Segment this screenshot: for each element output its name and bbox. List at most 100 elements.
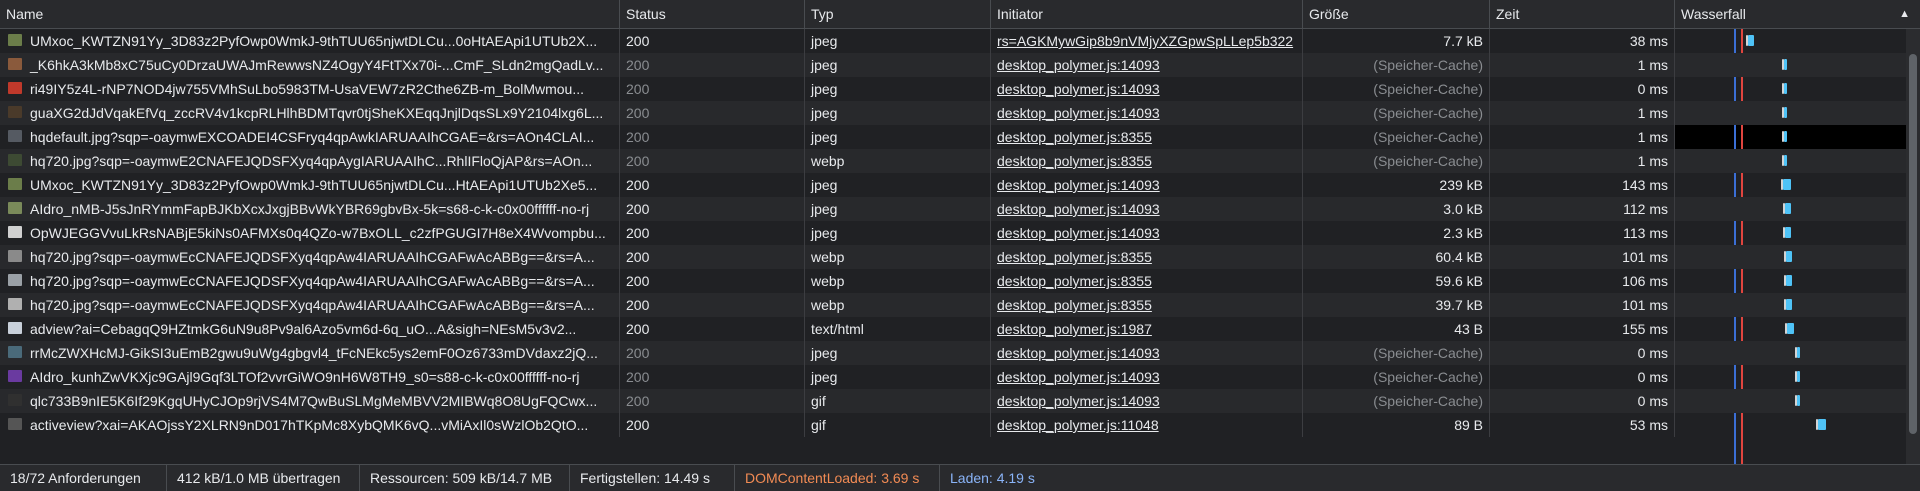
sort-ascending-icon[interactable]: ▲: [1899, 0, 1910, 28]
table-row[interactable]: AIdro_nMB-J5sJnRYmmFapBJKbXcxJxgjBBvWkYB…: [0, 197, 1920, 221]
table-row[interactable]: hq720.jpg?sqp=-oaymwEcCNAFEJQDSFXyq4qpAw…: [0, 245, 1920, 269]
request-initiator-cell: desktop_polymer.js:14093: [991, 101, 1303, 125]
waterfall-bar[interactable]: [1797, 395, 1800, 406]
request-type: text/html: [805, 317, 991, 341]
initiator-link[interactable]: desktop_polymer.js:14093: [997, 177, 1160, 193]
request-name-cell[interactable]: _K6hkA3kMb8xC75uCy0DrzaUWAJmRewwsNZ4OgyY…: [0, 53, 620, 77]
waterfall-bar[interactable]: [1785, 227, 1791, 238]
request-size: 3.0 kB: [1303, 197, 1490, 221]
request-name-cell[interactable]: OpWJEGGVvuLkRsNABjE5kiNs0AFMXs0q4QZo-w7B…: [0, 221, 620, 245]
request-time: 155 ms: [1490, 317, 1675, 341]
request-status: 200: [620, 317, 805, 341]
initiator-link[interactable]: desktop_polymer.js:14093: [997, 105, 1160, 121]
table-row[interactable]: _K6hkA3kMb8xC75uCy0DrzaUWAJmRewwsNZ4OgyY…: [0, 53, 1920, 77]
request-name-cell[interactable]: AIdro_nMB-J5sJnRYmmFapBJKbXcxJxgjBBvWkYB…: [0, 197, 620, 221]
table-row[interactable]: qlc733B9nIE5K6If29KgqUHyCJOp9rjVS4M7QwBu…: [0, 389, 1920, 413]
table-row[interactable]: AIdro_kunhZwVKXjc9GAjl9Gqf3LTOf2vvrGiWO9…: [0, 365, 1920, 389]
initiator-link[interactable]: desktop_polymer.js:8355: [997, 297, 1152, 313]
request-name-cell[interactable]: rrMcZWXHcMJ-GikSI3uEmB2gwu9uWg4gbgvl4_tF…: [0, 341, 620, 365]
request-name: ri49IY5z4L-rNP7NOD4jw755VMhSuLbo5983TM-U…: [30, 81, 584, 97]
waterfall-bar[interactable]: [1818, 419, 1826, 430]
request-name-cell[interactable]: hq720.jpg?sqp=-oaymwEcCNAFEJQDSFXyq4qpAw…: [0, 269, 620, 293]
request-initiator-cell: desktop_polymer.js:8355: [991, 245, 1303, 269]
initiator-link[interactable]: desktop_polymer.js:8355: [997, 129, 1152, 145]
initiator-link[interactable]: desktop_polymer.js:14093: [997, 201, 1160, 217]
resource-thumbnail-icon: [8, 178, 22, 190]
request-status: 200: [620, 53, 805, 77]
initiator-link[interactable]: desktop_polymer.js:11048: [997, 417, 1159, 433]
column-header-time[interactable]: Zeit: [1490, 0, 1675, 28]
waterfall-bar[interactable]: [1797, 347, 1800, 358]
request-name-cell[interactable]: ri49IY5z4L-rNP7NOD4jw755VMhSuLbo5983TM-U…: [0, 77, 620, 101]
column-header-status[interactable]: Status: [620, 0, 805, 28]
request-name-cell[interactable]: UMxoc_KWTZN91Yy_3D83z2PyfOwp0WmkJ-9thTUU…: [0, 29, 620, 53]
request-name-cell[interactable]: qlc733B9nIE5K6If29KgqUHyCJOp9rjVS4M7QwBu…: [0, 389, 620, 413]
request-name-cell[interactable]: adview?ai=CebagqQ9HZtmkG6uN9u8Pv9al6Azo5…: [0, 317, 620, 341]
request-name-cell[interactable]: activeview?xai=AKAOjssY2XLRN9nD017hTKpMc…: [0, 413, 620, 437]
request-name: hqdefault.jpg?sqp=-oaymwEXCOADEI4CSFryq4…: [30, 129, 595, 145]
request-name-cell[interactable]: UMxoc_KWTZN91Yy_3D83z2PyfOwp0WmkJ-9thTUU…: [0, 173, 620, 197]
request-type: jpeg: [805, 341, 991, 365]
vertical-scrollbar[interactable]: [1906, 29, 1920, 464]
table-row[interactable]: hq720.jpg?sqp=-oaymwEcCNAFEJQDSFXyq4qpAw…: [0, 269, 1920, 293]
resource-thumbnail-icon: [8, 202, 22, 214]
request-initiator-cell: desktop_polymer.js:8355: [991, 269, 1303, 293]
initiator-link[interactable]: desktop_polymer.js:8355: [997, 153, 1152, 169]
waterfall-bar[interactable]: [1787, 323, 1794, 334]
column-header-waterfall[interactable]: Wasserfall ▲: [1675, 0, 1920, 28]
request-type: gif: [805, 389, 991, 413]
waterfall-bar[interactable]: [1784, 131, 1787, 142]
initiator-link[interactable]: desktop_polymer.js:14093: [997, 225, 1160, 241]
request-size: (Speicher-Cache): [1303, 101, 1490, 125]
request-name-cell[interactable]: hq720.jpg?sqp=-oaymwEcCNAFEJQDSFXyq4qpAw…: [0, 245, 620, 269]
initiator-link[interactable]: desktop_polymer.js:8355: [997, 249, 1152, 265]
request-name-cell[interactable]: guaXG2dJdVqakEfVq_zccRV4v1kcpRLHlhBDMTqv…: [0, 101, 620, 125]
table-row[interactable]: hq720.jpg?sqp=-oaymwEcCNAFEJQDSFXyq4qpAw…: [0, 293, 1920, 317]
table-row[interactable]: activeview?xai=AKAOjssY2XLRN9nD017hTKpMc…: [0, 413, 1920, 437]
waterfall-bar[interactable]: [1784, 107, 1787, 118]
waterfall-bar[interactable]: [1797, 371, 1800, 382]
table-row[interactable]: ri49IY5z4L-rNP7NOD4jw755VMhSuLbo5983TM-U…: [0, 77, 1920, 101]
waterfall-bar[interactable]: [1784, 155, 1787, 166]
waterfall-bar[interactable]: [1786, 251, 1792, 262]
request-name-cell[interactable]: AIdro_kunhZwVKXjc9GAjl9Gqf3LTOf2vvrGiWO9…: [0, 365, 620, 389]
waterfall-bar[interactable]: [1784, 83, 1787, 94]
request-name: UMxoc_KWTZN91Yy_3D83z2PyfOwp0WmkJ-9thTUU…: [30, 177, 598, 193]
table-row[interactable]: UMxoc_KWTZN91Yy_3D83z2PyfOwp0WmkJ-9thTUU…: [0, 29, 1920, 53]
waterfall-bar[interactable]: [1785, 203, 1791, 214]
initiator-link[interactable]: desktop_polymer.js:14093: [997, 345, 1160, 361]
request-name-cell[interactable]: hq720.jpg?sqp=-oaymwEcCNAFEJQDSFXyq4qpAw…: [0, 293, 620, 317]
request-type: webp: [805, 245, 991, 269]
request-time: 0 ms: [1490, 389, 1675, 413]
initiator-link[interactable]: desktop_polymer.js:14093: [997, 81, 1160, 97]
table-row[interactable]: OpWJEGGVvuLkRsNABjE5kiNs0AFMXs0q4QZo-w7B…: [0, 221, 1920, 245]
initiator-link[interactable]: desktop_polymer.js:14093: [997, 393, 1160, 409]
request-time: 1 ms: [1490, 125, 1675, 149]
scrollbar-thumb[interactable]: [1909, 54, 1917, 434]
table-row[interactable]: UMxoc_KWTZN91Yy_3D83z2PyfOwp0WmkJ-9thTUU…: [0, 173, 1920, 197]
request-name-cell[interactable]: hqdefault.jpg?sqp=-oaymwEXCOADEI4CSFryq4…: [0, 125, 620, 149]
initiator-link[interactable]: rs=AGKMywGip8b9nVMjyXZGpwSpLLep5b322: [997, 33, 1293, 49]
table-row[interactable]: guaXG2dJdVqakEfVq_zccRV4v1kcpRLHlhBDMTqv…: [0, 101, 1920, 125]
request-initiator-cell: desktop_polymer.js:14093: [991, 77, 1303, 101]
column-header-name[interactable]: Name: [0, 0, 620, 28]
request-name-cell[interactable]: hq720.jpg?sqp=-oaymwE2CNAFEJQDSFXyq4qpAy…: [0, 149, 620, 173]
column-header-initiator[interactable]: Initiator: [991, 0, 1303, 28]
initiator-link[interactable]: desktop_polymer.js:8355: [997, 273, 1152, 289]
column-header-type[interactable]: Typ: [805, 0, 991, 28]
request-status: 200: [620, 269, 805, 293]
initiator-link[interactable]: desktop_polymer.js:14093: [997, 369, 1160, 385]
table-row[interactable]: hq720.jpg?sqp=-oaymwE2CNAFEJQDSFXyq4qpAy…: [0, 149, 1920, 173]
table-row[interactable]: adview?ai=CebagqQ9HZtmkG6uN9u8Pv9al6Azo5…: [0, 317, 1920, 341]
waterfall-bar[interactable]: [1783, 179, 1791, 190]
initiator-link[interactable]: desktop_polymer.js:1987: [997, 321, 1152, 337]
request-type: webp: [805, 293, 991, 317]
waterfall-bar[interactable]: [1786, 275, 1792, 286]
initiator-link[interactable]: desktop_polymer.js:14093: [997, 57, 1160, 73]
waterfall-bar[interactable]: [1784, 59, 1787, 70]
table-row[interactable]: rrMcZWXHcMJ-GikSI3uEmB2gwu9uWg4gbgvl4_tF…: [0, 341, 1920, 365]
table-row[interactable]: hqdefault.jpg?sqp=-oaymwEXCOADEI4CSFryq4…: [0, 125, 1920, 149]
column-header-size[interactable]: Größe: [1303, 0, 1490, 28]
waterfall-bar[interactable]: [1786, 299, 1792, 310]
waterfall-bar[interactable]: [1748, 35, 1754, 46]
